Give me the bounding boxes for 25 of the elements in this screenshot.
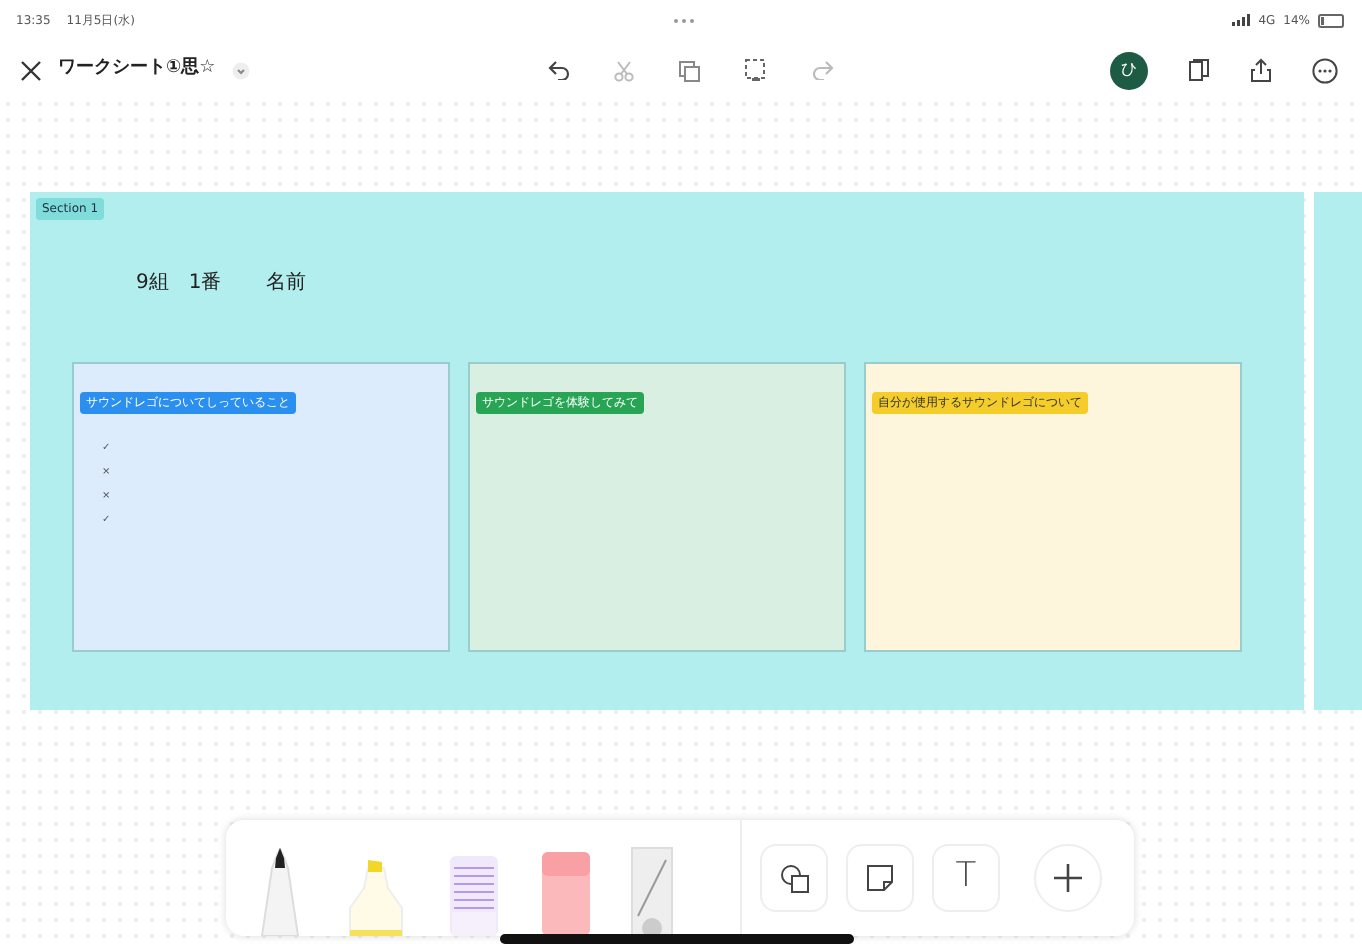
- eraser-tool[interactable]: [542, 848, 590, 936]
- sticky-note-icon: [866, 864, 894, 892]
- user-avatar[interactable]: ひ: [1110, 51, 1148, 89]
- heading-text: 9組: [136, 270, 169, 298]
- more-dots-icon: [671, 17, 696, 23]
- heading-text: 名前: [265, 270, 306, 298]
- shapes-icon: [779, 863, 809, 893]
- battery-icon: [1318, 13, 1346, 27]
- more-button[interactable]: [1312, 57, 1338, 83]
- shapes-button[interactable]: [760, 844, 828, 912]
- sticky-button[interactable]: [846, 844, 914, 912]
- add-icon: [1052, 862, 1084, 894]
- ruler-tool[interactable]: [630, 844, 674, 936]
- close-button[interactable]: [20, 59, 42, 81]
- dropdown-button[interactable]: [231, 61, 250, 79]
- select-button[interactable]: [744, 58, 768, 82]
- add-button[interactable]: [1034, 844, 1102, 912]
- heading-text: 1番: [188, 269, 222, 298]
- text-tool-button[interactable]: T: [932, 844, 1000, 912]
- document-title: ワークシート①思☆: [58, 56, 216, 83]
- share-button[interactable]: [1250, 58, 1272, 82]
- signal-icon: [1232, 14, 1251, 26]
- undo-button[interactable]: [548, 60, 570, 80]
- pages-button[interactable]: [1188, 58, 1210, 82]
- copy-button[interactable]: [678, 59, 700, 81]
